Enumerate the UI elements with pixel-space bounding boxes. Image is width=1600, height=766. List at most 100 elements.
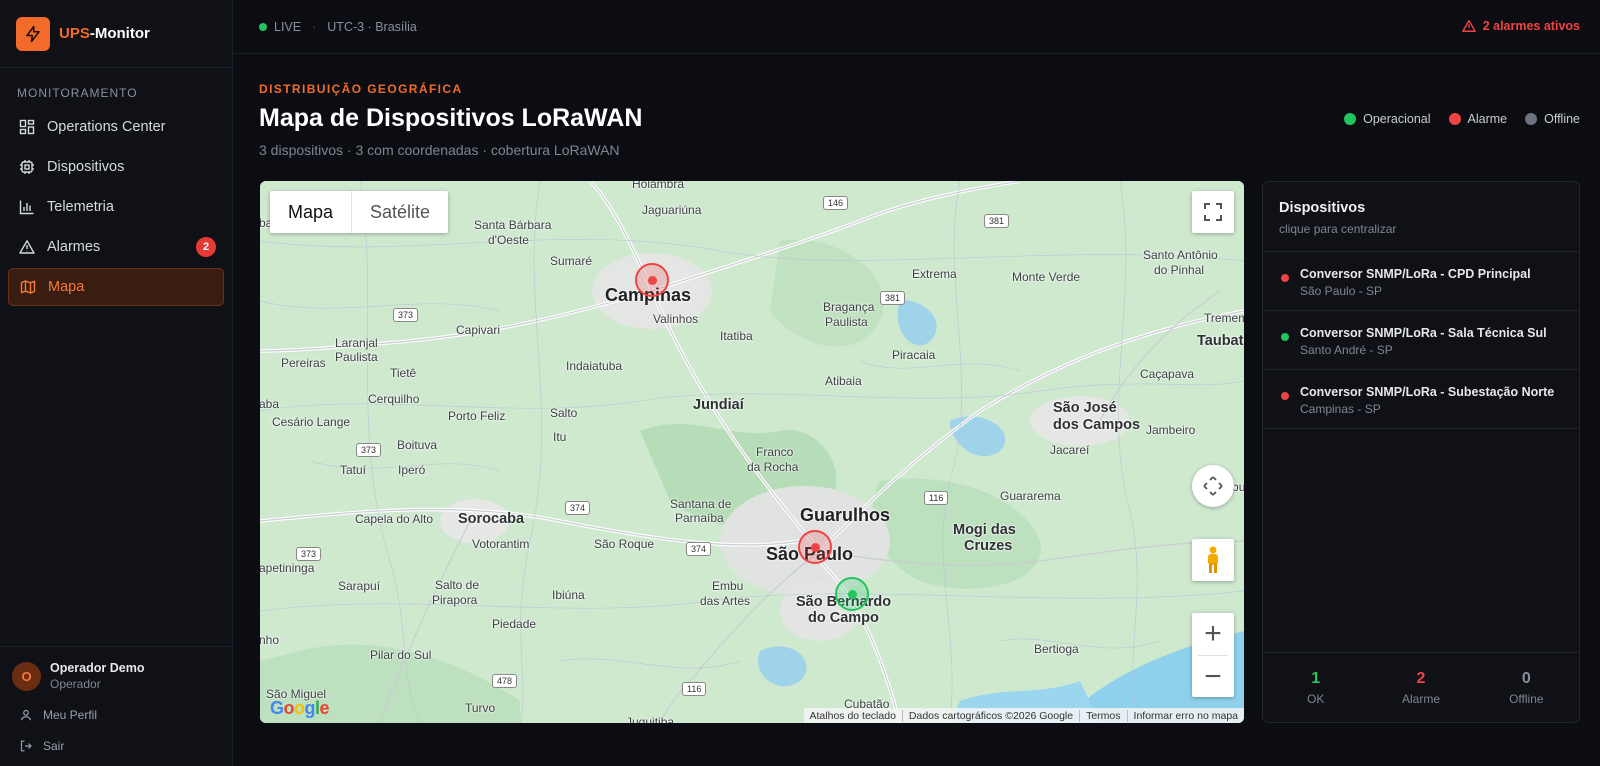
page-title: Mapa de Dispositivos LoRaWAN — [259, 104, 643, 132]
map-label: Cruzes — [964, 538, 1013, 554]
map-label: Jacareí — [1050, 443, 1090, 457]
map-label: Jundiaí — [693, 397, 744, 413]
report-error-link[interactable]: Informar erro no mapa — [1126, 709, 1244, 722]
device-marker-cpd-principal[interactable] — [798, 530, 832, 564]
zoom-in-button[interactable]: + — [1192, 613, 1234, 655]
map-label: São Roque — [594, 537, 655, 551]
map-label: Jambeiro — [1146, 423, 1196, 437]
stat-label: Alarme — [1401, 691, 1440, 706]
map-label: Tremem — [1204, 311, 1244, 325]
device-name: Conversor SNMP/LoRa - Sala Técnica Sul — [1300, 326, 1547, 340]
device-location: São Paulo - SP — [1300, 284, 1383, 298]
brand-name: UPS-Monitor — [59, 25, 150, 42]
map-label: do Campo — [808, 610, 879, 626]
section-label: MONITORAMENTO — [17, 86, 138, 100]
legend-item-alarme: Alarme — [1448, 112, 1508, 126]
timezone-label: UTC-3 · Brasília — [327, 19, 417, 34]
map-label: d'Oeste — [488, 233, 529, 247]
devices-panel-title: Dispositivos — [1279, 200, 1366, 216]
sidebar: UPS-Monitor MONITORAMENTO Operations Cen… — [0, 0, 233, 766]
legend-label: Alarme — [1467, 112, 1508, 126]
active-alarms-link[interactable]: 2 alarmes ativos — [1461, 19, 1580, 33]
map-label: Piracaia — [892, 348, 936, 362]
road-shield: 373 — [356, 443, 382, 457]
road-shield: 374 — [686, 542, 712, 556]
sidebar-item-label: Mapa — [48, 279, 85, 295]
stat-label: OK — [1306, 691, 1325, 706]
sidebar-item-alarmes[interactable]: Alarmes 2 — [8, 228, 224, 266]
map-label: Holambra — [632, 181, 685, 191]
map-label: Mogi das — [953, 522, 1016, 538]
topbar: LIVE · UTC-3 · Brasília 2 alarmes ativos — [234, 0, 1600, 54]
status-dot — [1281, 333, 1289, 341]
camera-control-button[interactable] — [1192, 465, 1234, 507]
terms-link[interactable]: Termos — [1079, 709, 1126, 722]
fullscreen-button[interactable] — [1192, 191, 1234, 233]
map-label: Atibaia — [825, 374, 862, 388]
legend-label: Offline — [1544, 112, 1580, 126]
status-dot — [1281, 274, 1289, 282]
devices-panel-hint: clique para centralizar — [1279, 222, 1397, 236]
street-view-button[interactable] — [1192, 539, 1234, 581]
user-panel: O Operador Demo Operador Meu Perfil Sair — [0, 646, 233, 766]
sidebar-item-label: Alarmes — [47, 239, 101, 255]
sidebar-item-operations-center[interactable]: Operations Center — [8, 108, 224, 146]
zoom-out-button[interactable]: − — [1192, 656, 1234, 698]
map-type-satellite-button[interactable]: Satélite — [352, 191, 448, 233]
profile-link[interactable]: Meu Perfil — [0, 705, 233, 725]
map-canvas[interactable]: Holambra Jaguariúna Santa Bárbara d'Oest… — [260, 181, 1244, 723]
map-label: Juquitiba — [626, 715, 675, 723]
map-label: aba — [260, 397, 280, 411]
legend-item-operacional: Operacional — [1344, 112, 1431, 126]
device-list-item[interactable]: Conversor SNMP/LoRa - CPD Principal São … — [1263, 252, 1579, 311]
map-label: Laranjal — [335, 336, 378, 350]
map-icon — [19, 278, 37, 296]
map-type-toggle: Mapa Satélite — [270, 191, 449, 233]
device-marker-subestacao-norte[interactable] — [635, 263, 669, 297]
road-shield: 373 — [296, 547, 322, 561]
road-shield: 116 — [682, 682, 707, 696]
device-list-item[interactable]: Conversor SNMP/LoRa - Sala Técnica Sul S… — [1263, 311, 1579, 370]
keyboard-shortcuts-link[interactable]: Atalhos do teclado — [804, 710, 902, 722]
page-subtitle: 3 dispositivos · 3 com coordenadas · cob… — [259, 142, 620, 158]
lightning-icon — [16, 16, 50, 51]
device-stats: 1 OK 2 Alarme 0 Offline — [1263, 652, 1579, 722]
pan-arrows-icon — [1203, 476, 1223, 496]
live-indicator-dot — [259, 22, 267, 31]
logout-icon — [20, 740, 34, 752]
status-legend: Operacional Alarme Offline — [1326, 112, 1580, 126]
brand[interactable]: UPS-Monitor — [0, 0, 232, 68]
map-label: Salto — [550, 406, 578, 420]
map-label: Sorocaba — [458, 511, 525, 527]
logout-link[interactable]: Sair — [0, 736, 233, 756]
profile-link-label: Meu Perfil — [43, 708, 98, 722]
stat-value: 1 — [1311, 669, 1321, 687]
device-list-item[interactable]: Conversor SNMP/LoRa - Subestação Norte C… — [1263, 370, 1579, 429]
map-label: Caçapava — [1140, 367, 1195, 381]
map-label: Extrema — [912, 267, 957, 281]
device-marker-sala-tecnica-sul[interactable] — [835, 577, 869, 611]
map-label: Valinhos — [653, 312, 699, 326]
sidebar-item-label: Telemetria — [47, 199, 114, 215]
stat-value: 2 — [1416, 669, 1426, 687]
map-label: Santa Bárbara — [474, 218, 552, 232]
page-kicker: DISTRIBUIÇÃO GEOGRÁFICA — [259, 82, 463, 96]
map-type-map-button[interactable]: Mapa — [270, 191, 353, 233]
map-label: Salto de — [435, 578, 480, 592]
nav: Operations Center Dispositivos Telemetri… — [0, 108, 232, 306]
map-label: Sumaré — [550, 254, 593, 268]
map-label: Turvo — [465, 701, 496, 715]
marker-core — [647, 275, 657, 285]
sidebar-item-mapa[interactable]: Mapa — [8, 268, 224, 306]
user-info[interactable]: O Operador Demo Operador — [0, 647, 233, 691]
sidebar-item-label: Dispositivos — [47, 159, 125, 175]
map-label: Pilar do Sul — [370, 648, 432, 662]
map-label: Santana de — [670, 497, 732, 511]
map-label: Capela do Alto — [355, 512, 434, 526]
sidebar-item-label: Operations Center — [47, 119, 166, 135]
map-label: Votorantim — [472, 537, 530, 551]
user-name: Operador Demo — [50, 661, 145, 675]
map-label: Boituva — [397, 438, 438, 452]
sidebar-item-dispositivos[interactable]: Dispositivos — [8, 148, 224, 186]
sidebar-item-telemetria[interactable]: Telemetria — [8, 188, 224, 226]
